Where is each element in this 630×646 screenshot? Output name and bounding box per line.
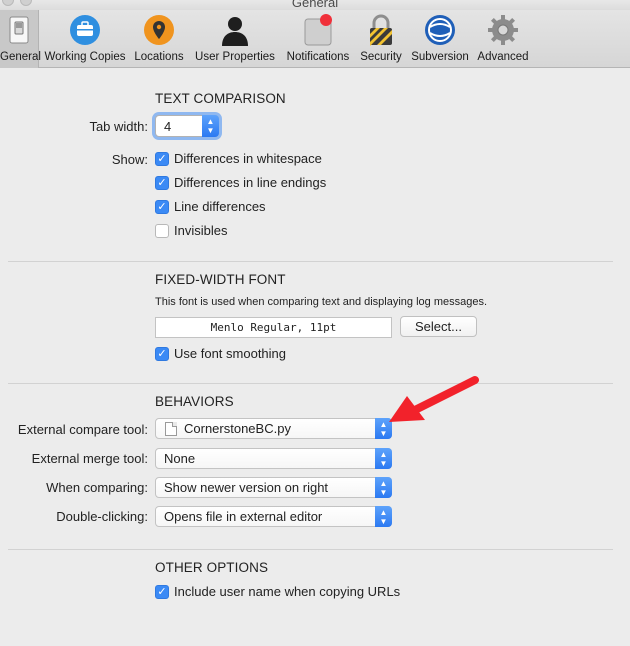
external-merge-tool-value: None <box>164 451 196 466</box>
line-differences-checkbox[interactable]: ✓ Line differences <box>155 199 266 214</box>
section-divider <box>8 549 613 550</box>
tab-subversion-label: Subversion <box>411 51 469 63</box>
external-compare-tool-value: CornerstoneBC.py <box>184 421 291 436</box>
checkmark-icon: ✓ <box>155 346 169 361</box>
briefcase-icon <box>70 15 100 45</box>
select-font-button[interactable]: Select... <box>400 316 477 337</box>
section-divider <box>8 383 613 384</box>
red-annotation-arrow-icon <box>389 376 479 422</box>
tab-notifications[interactable]: Notifications <box>282 10 354 68</box>
use-font-smoothing-checkbox[interactable]: ✓ Use font smoothing <box>155 346 286 361</box>
tab-general-label: General <box>0 51 41 63</box>
checkmark-icon: ✓ <box>155 151 169 166</box>
external-compare-tool-label: External compare tool: <box>17 422 148 437</box>
tab-user-properties-label: User Properties <box>195 51 275 63</box>
show-label: Show: <box>111 152 148 167</box>
up-down-arrows-icon: ▲ ▼ <box>202 115 219 137</box>
notification-badge-icon <box>304 14 332 46</box>
text-comparison-title: TEXT COMPARISON <box>155 91 286 106</box>
padlock-icon <box>370 14 392 46</box>
other-options-title: OTHER OPTIONS <box>155 560 269 575</box>
when-comparing-label: When comparing: <box>46 480 148 495</box>
tab-notifications-label: Notifications <box>286 51 350 63</box>
tab-working-copies-label: Working Copies <box>44 51 126 63</box>
tab-security[interactable]: Security <box>356 10 406 68</box>
external-compare-tool-select[interactable]: CornerstoneBC.py ▲ ▼ <box>155 418 392 439</box>
window-title: General <box>291 0 339 10</box>
external-merge-tool-select[interactable]: None ▲ ▼ <box>155 448 392 469</box>
font-display-field: Menlo Regular, 11pt <box>155 317 392 338</box>
differences-in-line-endings-label: Differences in line endings <box>174 175 327 190</box>
tab-general[interactable]: General <box>0 10 41 68</box>
double-clicking-value: Opens file in external editor <box>164 509 323 524</box>
use-font-smoothing-label: Use font smoothing <box>174 346 287 361</box>
subversion-globe-icon <box>425 15 455 45</box>
up-down-arrows-icon: ▲ ▼ <box>375 477 392 498</box>
line-differences-label: Line differences <box>174 199 266 214</box>
general-preferences-pane: TEXT COMPARISON Tab width: 4 ▲ ▼ Show: ✓ … <box>0 69 630 646</box>
preferences-toolbar: General Working Copies Locations User Pr… <box>0 10 630 68</box>
double-clicking-label: Double-clicking: <box>56 509 148 524</box>
tab-subversion[interactable]: Subversion <box>408 10 472 68</box>
tab-width-select[interactable]: 4 ▲ ▼ <box>155 115 219 137</box>
tab-advanced-label: Advanced <box>477 51 529 63</box>
file-icon <box>165 422 177 436</box>
differences-in-whitespace-label: Differences in whitespace <box>174 151 322 166</box>
include-user-name-checkbox[interactable]: ✓ Include user name when copying URLs <box>155 584 400 599</box>
when-comparing-select[interactable]: Show newer version on right ▲ ▼ <box>155 477 392 498</box>
checkmark-icon: ✓ <box>155 175 169 190</box>
behaviors-title: BEHAVIORS <box>155 394 234 409</box>
include-user-name-label: Include user name when copying URLs <box>174 584 401 599</box>
user-silhouette-icon <box>222 17 248 46</box>
external-merge-tool-label: External merge tool: <box>31 451 148 466</box>
checkmark-icon: ✓ <box>155 199 169 214</box>
up-down-arrows-icon: ▲ ▼ <box>375 506 392 527</box>
fixed-width-font-title: FIXED-WIDTH FONT <box>155 272 286 287</box>
font-usage-note: This font is used when comparing text an… <box>155 296 488 308</box>
up-down-arrows-icon: ▲ ▼ <box>375 448 392 469</box>
tab-advanced[interactable]: Advanced <box>474 10 532 68</box>
title-bar: General <box>0 0 630 10</box>
switch-icon <box>9 16 29 44</box>
double-clicking-select[interactable]: Opens file in external editor ▲ ▼ <box>155 506 392 527</box>
tab-locations-label: Locations <box>134 51 184 63</box>
checkmark-icon: ✓ <box>155 584 169 599</box>
tab-user-properties[interactable]: User Properties <box>190 10 280 68</box>
invisibles-label: Invisibles <box>174 223 228 238</box>
map-pin-icon <box>144 15 174 45</box>
tab-width-value: 4 <box>164 119 172 134</box>
tab-security-label: Security <box>360 51 402 63</box>
unchecked-box-icon <box>155 223 169 238</box>
tab-working-copies[interactable]: Working Copies <box>41 10 129 68</box>
invisibles-checkbox[interactable]: Invisibles <box>155 223 227 238</box>
differences-in-whitespace-checkbox[interactable]: ✓ Differences in whitespace <box>155 151 322 166</box>
tab-width-label: Tab width: <box>89 119 148 134</box>
section-divider <box>8 261 613 262</box>
tab-locations[interactable]: Locations <box>131 10 187 68</box>
gear-icon <box>488 15 518 45</box>
differences-in-line-endings-checkbox[interactable]: ✓ Differences in line endings <box>155 175 326 190</box>
when-comparing-value: Show newer version on right <box>164 480 329 495</box>
